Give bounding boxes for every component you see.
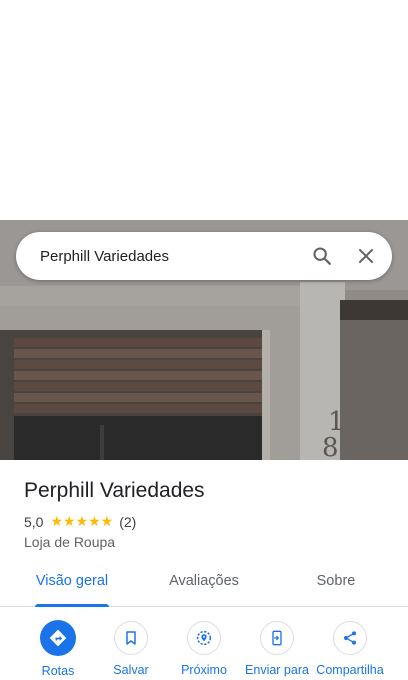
- directions-icon: [49, 629, 67, 647]
- search-button[interactable]: [302, 236, 342, 276]
- directions-button[interactable]: Rotas: [20, 620, 96, 678]
- review-count[interactable]: (2): [119, 514, 136, 530]
- nearby-button[interactable]: Próximo: [166, 620, 242, 677]
- share-button[interactable]: Compartilha: [312, 620, 388, 677]
- tab-bar: Visão geral Avaliações Sobre: [0, 564, 408, 607]
- close-icon: [359, 249, 373, 263]
- blank-map-area: [0, 0, 408, 220]
- send-to-phone-button[interactable]: Enviar para: [239, 620, 315, 677]
- rating-stars: ★★★★★: [50, 513, 114, 529]
- share-circle: [333, 621, 367, 655]
- search-icon: [313, 247, 331, 265]
- search-input[interactable]: Perphill Variedades: [40, 248, 302, 265]
- send-to-phone-label: Enviar para: [245, 663, 309, 677]
- directions-label: Rotas: [41, 664, 75, 678]
- send-to-phone-icon: [272, 630, 282, 646]
- save-circle: [114, 621, 148, 655]
- rating-value: 5,0: [24, 513, 44, 530]
- nearby-label: Próximo: [181, 663, 227, 677]
- tab-overview[interactable]: Visão geral: [24, 564, 120, 607]
- nearby-circle: [187, 621, 221, 655]
- send-to-phone-circle: [260, 621, 294, 655]
- svg-text:8: 8: [322, 433, 339, 460]
- rating-row[interactable]: 5,0 ★★★★★ (2): [24, 513, 136, 530]
- place-title: Perphill Variedades: [24, 479, 205, 502]
- share-label: Compartilha: [316, 663, 384, 677]
- directions-circle: [40, 620, 76, 656]
- tab-about[interactable]: Sobre: [288, 564, 384, 606]
- place-category[interactable]: Loja de Roupa: [24, 534, 115, 550]
- search-bar[interactable]: Perphill Variedades: [16, 232, 392, 280]
- nearby-icon: [196, 630, 212, 646]
- bookmark-icon: [126, 631, 136, 645]
- tab-overview-label: Visão geral: [35, 573, 109, 589]
- save-button[interactable]: Salvar: [93, 620, 169, 677]
- share-icon: [344, 631, 356, 645]
- tab-about-label: Sobre: [316, 573, 356, 589]
- save-label: Salvar: [113, 663, 149, 677]
- tab-reviews[interactable]: Avaliações: [156, 564, 252, 606]
- action-bar: Rotas Salvar Próximo Enviar para Compart…: [0, 620, 408, 680]
- active-tab-indicator: [35, 604, 109, 607]
- close-button[interactable]: [346, 236, 386, 276]
- tab-reviews-label: Avaliações: [169, 573, 239, 589]
